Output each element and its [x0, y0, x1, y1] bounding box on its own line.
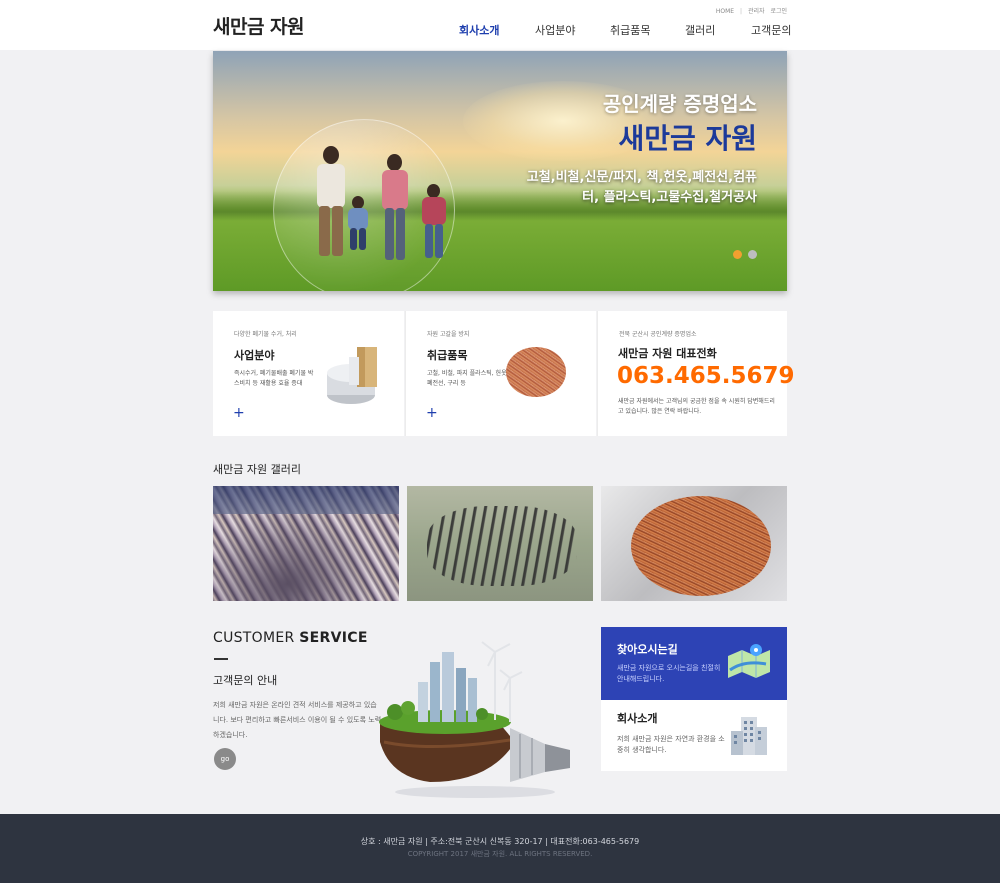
pie-chart-icon — [327, 347, 377, 404]
info-box-items: 자원 고갈을 방지 취급품목 고철, 비철, 파지 플라스틱, 헌옷 폐전선, … — [405, 311, 596, 436]
nav-company[interactable]: 회사소개 — [459, 22, 499, 38]
customer-subtitle: 고객문의 안내 — [213, 674, 278, 687]
info-description: 즉시수거, 폐기물배출 폐기물 박스비치 등 재활용 효율 증대 — [234, 370, 314, 387]
customer-description: 저희 새만금 자원은 온라인 견적 서비스를 제공하고 있습니다. 보다 편리하… — [213, 701, 382, 739]
info-title: 사업분야 — [234, 349, 275, 362]
info-caption: 자원 고갈을 방지 — [427, 331, 470, 338]
more-plus-button[interactable]: + — [233, 405, 245, 421]
gallery-title: 새만금 자원 갤러리 — [213, 463, 301, 476]
site-footer: 상호 : 새만금 자원 | 주소:전북 군산시 신복동 320-17 | 대표전… — [0, 814, 1000, 883]
site-header: 새만금 자원 HOME | 관리자 로그인 회사소개 사업분야 취급품목 갤러리… — [0, 0, 1000, 50]
about-card[interactable]: 회사소개 저희 새만금 자원은 자연과 환경을 소중히 생각합니다. — [601, 700, 787, 771]
card-description: 새만금 자원으로 오시는길을 친절히 안내해드립니다. — [617, 664, 721, 683]
gallery-image-clothes[interactable] — [213, 486, 399, 601]
utility-links: HOME | 관리자 로그인 — [712, 6, 787, 15]
card-title: 회사소개 — [617, 712, 658, 725]
banner-subtitle: 공인계량 증명업소 — [602, 92, 757, 116]
site-logo[interactable]: 새만금 자원 — [213, 12, 305, 39]
util-separator: | — [740, 8, 743, 15]
heading-underline — [214, 658, 228, 660]
hero-banner: 공인계량 증명업소 새만금 자원 고철,비철,신문/파지, 책,헌옷,폐전선,컴… — [213, 51, 787, 291]
info-description: 고철, 비철, 파지 플라스틱, 헌옷 폐전선, 구리 등 — [427, 370, 507, 387]
slider-dot-2[interactable] — [748, 250, 758, 259]
home-link[interactable]: HOME — [716, 8, 734, 15]
nav-items[interactable]: 취급품목 — [610, 22, 650, 38]
heading-light: CUSTOMER — [213, 630, 300, 646]
slider-dot-1[interactable] — [733, 250, 742, 259]
nav-contact[interactable]: 고객문의 — [751, 22, 791, 38]
slider-dots — [733, 244, 758, 263]
heading-bold: SERVICE — [299, 630, 368, 646]
info-box-phone: 전북 군산시 공인계량 증명업소 새만금 자원 대표전화 063.465.567… — [597, 311, 795, 436]
footer-copyright: COPYRIGHT 2017 새만금 자원. ALL RIGHTS RESERV… — [407, 850, 593, 858]
building-icon — [731, 717, 767, 755]
directions-card[interactable]: 찾아오시는길 새만금 자원으로 오시는길을 친절히 안내해드립니다. — [601, 627, 787, 700]
info-description: 새만금 자원에서는 고객님의 궁금한 점을 속 시원히 답변해드리고 있습니다.… — [618, 398, 775, 415]
phone-number[interactable]: 063.465.5679 — [617, 363, 795, 389]
info-title: 취급품목 — [427, 349, 468, 362]
copper-pile — [631, 496, 771, 596]
more-plus-button[interactable]: + — [426, 405, 438, 421]
nav-gallery[interactable]: 갤러리 — [685, 22, 715, 38]
info-title: 새만금 자원 대표전화 — [618, 347, 717, 360]
admin-link[interactable]: 관리자 — [748, 8, 765, 15]
card-description: 저희 새만금 자원은 자연과 환경을 소중히 생각합니다. — [617, 735, 725, 754]
info-box-business: 다양한 폐기물 수거, 처리 사업분야 즉시수거, 폐기물배출 폐기물 박스비치… — [213, 311, 404, 436]
child-figure-left — [345, 196, 371, 256]
banner-title: 새만금 자원 — [618, 122, 757, 155]
gallery-image-cables[interactable] — [407, 486, 593, 601]
child-figure-right — [419, 184, 449, 266]
cable-bundle — [427, 506, 577, 586]
info-caption: 다양한 폐기물 수거, 처리 — [234, 331, 297, 338]
banner-items-text: 고철,비철,신문/파지, 책,헌옷,폐전선,컴퓨터, 플라스틱,고물수집,철거공… — [526, 170, 757, 205]
mother-figure — [377, 154, 413, 272]
customer-service-heading: CUSTOMER SERVICE — [213, 630, 368, 646]
gallery-image-copper[interactable] — [601, 486, 787, 601]
copper-wire-image — [506, 347, 566, 397]
map-icon — [728, 644, 770, 678]
login-link[interactable]: 로그인 — [770, 8, 787, 15]
go-button[interactable]: go — [214, 748, 236, 770]
card-title: 찾아오시는길 — [617, 643, 678, 656]
eco-lightbulb-illustration — [379, 641, 570, 798]
footer-company-info: 상호 : 새만금 자원 | 주소:전북 군산시 신복동 320-17 | 대표전… — [360, 837, 640, 846]
family-illustration — [293, 146, 463, 276]
info-caption: 전북 군산시 공인계량 증명업소 — [619, 331, 697, 338]
nav-business[interactable]: 사업분야 — [535, 22, 575, 38]
